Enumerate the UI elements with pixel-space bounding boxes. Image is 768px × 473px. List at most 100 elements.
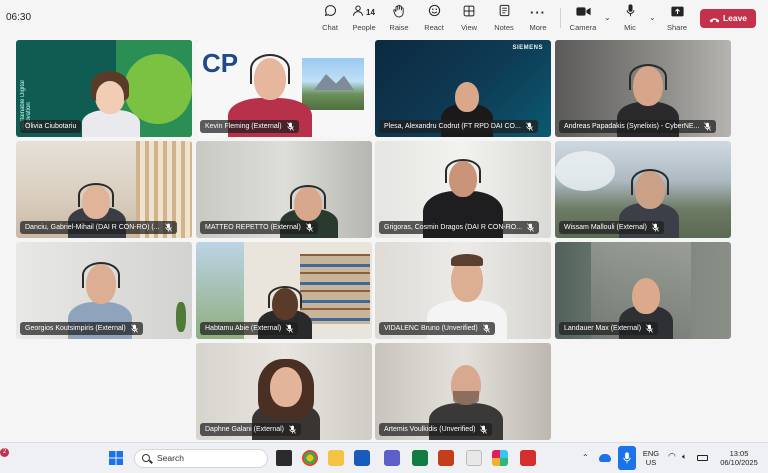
task-view-icon[interactable] <box>276 450 292 466</box>
people-button[interactable]: 14 People <box>346 4 382 36</box>
video-tile[interactable]: MATTEO REPETTO (External) <box>196 141 372 238</box>
participant-name-label: Grigoras, Cosmin Dragos (DAI R CON-RO... <box>379 221 540 234</box>
word-icon[interactable] <box>354 450 370 466</box>
mic-muted-icon <box>651 223 659 232</box>
participant-name-label: Habtamu Abie (External) <box>200 322 299 335</box>
chat-icon <box>312 4 348 22</box>
siemens-logo: SIEMENS <box>512 45 543 51</box>
headset-graphic <box>78 183 114 207</box>
show-hidden-icons-chevron-icon[interactable]: ⌃ <box>582 453 589 462</box>
powerpoint-icon[interactable] <box>438 450 454 466</box>
plant-graphic <box>176 302 186 332</box>
meeting-timer: 06:30 <box>6 12 32 23</box>
video-tile[interactable]: Danciu, Gabriel-Mihail (DAI R CON-RO) (.… <box>16 141 192 238</box>
notification-badge[interactable]: 2 <box>0 448 9 457</box>
camera-button[interactable]: Camera <box>565 4 601 36</box>
teams-icon[interactable] <box>384 450 400 466</box>
people-icon <box>346 4 382 22</box>
chat-button[interactable]: Chat <box>312 4 348 36</box>
microphone-icon <box>612 4 648 22</box>
video-tile[interactable]: Habtamu Abie (External) <box>196 242 372 339</box>
notes-icon <box>486 4 522 22</box>
video-tile[interactable]: Wissam Mallouli (External) <box>555 141 731 238</box>
leave-button[interactable]: Leave <box>700 9 756 28</box>
participant-name-label: Landauer Max (External) <box>559 322 659 335</box>
video-tile[interactable]: VIDALENC Bruno (Unverified) <box>375 242 551 339</box>
microphone-icon <box>623 452 631 464</box>
video-tile[interactable]: Georgios Koutsimpiris (External) <box>16 242 192 339</box>
notes-button[interactable]: Notes <box>486 4 522 36</box>
participant-name-label: Kevin Fleming (External) <box>200 120 299 133</box>
mic-muted-icon <box>286 324 294 333</box>
mic-muted-icon <box>525 122 533 131</box>
headset-graphic <box>82 262 120 288</box>
windows-taskbar: Search ⌃ ENG US ◠ 🔈︎ 13:05 06/10/2025 <box>0 442 768 473</box>
view-button[interactable]: View <box>451 4 487 36</box>
camera-icon <box>565 4 601 22</box>
start-button[interactable] <box>108 450 124 466</box>
smiley-icon <box>416 4 452 22</box>
more-dots-icon: ··· <box>530 5 546 20</box>
participant-name-label: Andreas Papadakis (Synelixis) - CyberNE.… <box>559 120 717 133</box>
participant-face <box>455 82 479 112</box>
participant-name-label: Danciu, Gabriel-Mihail (DAI R CON-RO) (.… <box>20 221 177 234</box>
participant-face <box>270 367 302 407</box>
cp-logo: CP <box>202 48 239 78</box>
video-tile[interactable]: Sustainable Digital Innovation Olivia Ci… <box>16 40 192 137</box>
slack-icon[interactable] <box>492 450 508 466</box>
onedrive-icon[interactable] <box>599 454 611 462</box>
participant-name-label: Georgios Koutsimpiris (External) <box>20 322 143 335</box>
windows-logo-icon <box>109 451 123 465</box>
react-button[interactable]: React <box>416 4 452 36</box>
video-tile[interactable]: Andreas Papadakis (Synelixis) - CyberNE.… <box>555 40 731 137</box>
participant-name-label: Olivia Ciubotariu <box>20 120 82 133</box>
participant-name-label: Wissam Mallouli (External) <box>559 221 664 234</box>
mic-muted-icon <box>646 324 653 333</box>
raise-hand-button[interactable]: Raise <box>381 4 417 36</box>
mic-muted-icon <box>480 425 488 434</box>
mic-muted-icon <box>305 223 313 232</box>
video-tile[interactable]: Daphne Galani (External) <box>196 343 372 440</box>
grid-view-icon <box>451 4 487 22</box>
mic-muted-icon <box>482 324 490 333</box>
taskbar-clock[interactable]: 13:05 06/10/2025 <box>714 449 764 467</box>
search-icon <box>142 454 150 462</box>
participant-name-label: Daphne Galani (External) <box>200 423 301 436</box>
share-button[interactable]: Share <box>659 4 695 36</box>
video-tile[interactable]: Artemis Voulkidis (Unverified) <box>375 343 551 440</box>
wifi-icon[interactable]: ◠ <box>668 452 676 461</box>
camera-options-chevron-icon[interactable]: ⌄ <box>604 13 611 22</box>
mic-options-chevron-icon[interactable]: ⌄ <box>649 13 656 22</box>
bookshelf <box>300 254 370 324</box>
headset-graphic <box>250 54 290 84</box>
video-tile[interactable]: Landauer Max (External) <box>555 242 731 339</box>
people-count: 14 <box>366 8 375 17</box>
video-tile-active-speaker[interactable]: CP Kevin Fleming (External) <box>196 40 372 137</box>
volume-icon[interactable]: 🔈︎ <box>682 452 687 461</box>
snipping-tool-icon[interactable] <box>466 450 482 466</box>
acrobat-icon[interactable] <box>520 450 536 466</box>
headset-graphic <box>629 64 667 90</box>
headset-graphic <box>290 185 326 209</box>
battery-icon[interactable] <box>697 455 708 461</box>
mic-muted-icon <box>286 122 294 131</box>
participant-face <box>632 278 660 314</box>
share-screen-icon <box>659 4 695 22</box>
mic-button[interactable]: Mic <box>612 4 648 36</box>
phone-hangup-icon <box>709 18 720 23</box>
mic-muted-icon <box>527 223 534 232</box>
input-language-indicator[interactable]: ENG US <box>640 449 662 467</box>
video-tile[interactable]: SIEMENS Plesa, Alexandru Codrut (FT RPD … <box>375 40 551 137</box>
video-tile[interactable]: Grigoras, Cosmin Dragos (DAI R CON-RO... <box>375 141 551 238</box>
voice-typing-button[interactable] <box>618 446 636 470</box>
taskbar-search-box[interactable]: Search <box>134 449 268 468</box>
participant-name-label: MATTEO REPETTO (External) <box>200 221 318 234</box>
mic-muted-icon <box>164 223 172 232</box>
headset-graphic <box>268 286 302 308</box>
mic-muted-icon <box>289 425 296 434</box>
excel-icon[interactable] <box>412 450 428 466</box>
chrome-icon[interactable] <box>302 450 318 466</box>
meeting-toolbar: 06:30 Chat 14 People Raise React View No… <box>0 0 768 38</box>
more-button[interactable]: ··· More <box>520 4 556 36</box>
file-explorer-icon[interactable] <box>328 450 344 466</box>
